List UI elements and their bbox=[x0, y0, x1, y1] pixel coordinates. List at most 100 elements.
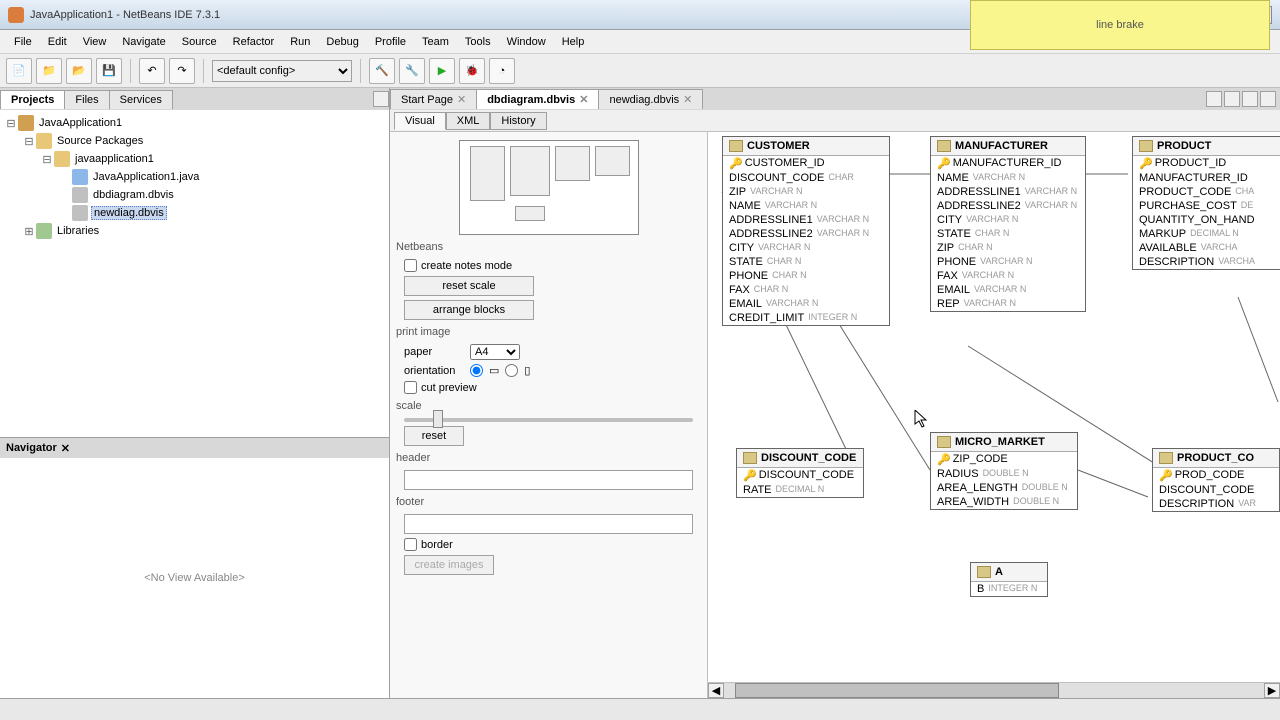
table-column[interactable]: DESCRIPTIONVAR bbox=[1153, 497, 1279, 511]
tree-file-java[interactable]: JavaApplication1.java bbox=[4, 168, 385, 186]
menu-help[interactable]: Help bbox=[554, 33, 593, 51]
tab-newdiag[interactable]: newdiag.dbvis✕ bbox=[598, 89, 703, 109]
diagram-canvas[interactable]: CUSTOMER 🔑CUSTOMER_IDDISCOUNT_CODECHARZI… bbox=[708, 132, 1280, 698]
table-column[interactable]: FAXVARCHAR N bbox=[931, 269, 1085, 283]
tree-src[interactable]: ⊟Source Packages bbox=[4, 132, 385, 150]
editor-prev-icon[interactable] bbox=[1206, 91, 1222, 107]
table-column[interactable]: DISCOUNT_CODECHAR bbox=[723, 171, 889, 185]
table-product-co[interactable]: PRODUCT_CO 🔑PROD_CODEDISCOUNT_CODEDESCRI… bbox=[1152, 448, 1280, 512]
build-icon[interactable]: 🔨 bbox=[369, 58, 395, 84]
navigator-close-icon[interactable]: ✕ bbox=[61, 442, 70, 455]
menu-tools[interactable]: Tools bbox=[457, 33, 499, 51]
save-all-icon[interactable]: 💾 bbox=[96, 58, 122, 84]
table-column[interactable]: RADIUSDOUBLE N bbox=[931, 467, 1077, 481]
menu-window[interactable]: Window bbox=[499, 33, 554, 51]
table-column[interactable]: AREA_LENGTHDOUBLE N bbox=[931, 481, 1077, 495]
h-scrollbar[interactable]: ◀ ▶ bbox=[708, 682, 1280, 698]
table-column[interactable]: NAMEVARCHAR N bbox=[931, 171, 1085, 185]
table-column[interactable]: CITYVARCHAR N bbox=[931, 213, 1085, 227]
close-icon[interactable]: ✕ bbox=[457, 93, 466, 106]
reset-scale-button[interactable]: reset scale bbox=[404, 276, 534, 296]
editor-next-icon[interactable] bbox=[1224, 91, 1240, 107]
tree-pkg[interactable]: ⊟javaapplication1 bbox=[4, 150, 385, 168]
tab-files[interactable]: Files bbox=[64, 90, 109, 109]
table-micro-market[interactable]: MICRO_MARKET 🔑ZIP_CODERADIUSDOUBLE NAREA… bbox=[930, 432, 1078, 510]
close-icon[interactable]: ✕ bbox=[683, 93, 692, 106]
table-column[interactable]: PHONEVARCHAR N bbox=[931, 255, 1085, 269]
open-project-icon[interactable]: 📂 bbox=[66, 58, 92, 84]
tree-file-dbdiagram[interactable]: dbdiagram.dbvis bbox=[4, 186, 385, 204]
table-column[interactable]: ADDRESSLINE1VARCHAR N bbox=[931, 185, 1085, 199]
header-input[interactable] bbox=[404, 470, 693, 490]
table-discount-code[interactable]: DISCOUNT_CODE 🔑DISCOUNT_CODERATEDECIMAL … bbox=[736, 448, 864, 498]
table-column[interactable]: EMAILVARCHAR N bbox=[931, 283, 1085, 297]
cut-preview-checkbox[interactable] bbox=[404, 381, 417, 394]
table-column[interactable]: DESCRIPTIONVARCHA bbox=[1133, 255, 1280, 269]
orientation-portrait[interactable] bbox=[470, 364, 483, 377]
menu-run[interactable]: Run bbox=[282, 33, 318, 51]
table-column[interactable]: QUANTITY_ON_HAND bbox=[1133, 213, 1280, 227]
table-column[interactable]: 🔑PRODUCT_ID bbox=[1133, 156, 1280, 171]
scroll-right-icon[interactable]: ▶ bbox=[1264, 683, 1280, 698]
table-manufacturer[interactable]: MANUFACTURER 🔑MANUFACTURER_IDNAMEVARCHAR… bbox=[930, 136, 1086, 312]
tree-file-newdiag[interactable]: newdiag.dbvis bbox=[4, 204, 385, 222]
table-column[interactable]: DISCOUNT_CODE bbox=[1153, 483, 1279, 497]
menu-team[interactable]: Team bbox=[414, 33, 457, 51]
create-notes-checkbox[interactable] bbox=[404, 259, 417, 272]
table-column[interactable]: CITYVARCHAR N bbox=[723, 241, 889, 255]
scroll-left-icon[interactable]: ◀ bbox=[708, 683, 724, 698]
reset-button[interactable]: reset bbox=[404, 426, 464, 446]
table-column[interactable]: NAMEVARCHAR N bbox=[723, 199, 889, 213]
table-column[interactable]: AVAILABLEVARCHA bbox=[1133, 241, 1280, 255]
orientation-landscape[interactable] bbox=[505, 364, 518, 377]
table-column[interactable]: 🔑DISCOUNT_CODE bbox=[737, 468, 863, 483]
menu-view[interactable]: View bbox=[75, 33, 115, 51]
subtab-visual[interactable]: Visual bbox=[394, 112, 446, 130]
footer-input[interactable] bbox=[404, 514, 693, 534]
clean-build-icon[interactable]: 🔧 bbox=[399, 58, 425, 84]
editor-max-icon[interactable] bbox=[1260, 91, 1276, 107]
menu-edit[interactable]: Edit bbox=[40, 33, 75, 51]
menu-navigate[interactable]: Navigate bbox=[114, 33, 173, 51]
debug-icon[interactable]: 🐞 bbox=[459, 58, 485, 84]
project-tree[interactable]: ⊟JavaApplication1 ⊟Source Packages ⊟java… bbox=[0, 110, 389, 438]
subtab-history[interactable]: History bbox=[490, 112, 546, 130]
menu-profile[interactable]: Profile bbox=[367, 33, 414, 51]
table-column[interactable]: RATEDECIMAL N bbox=[737, 483, 863, 497]
table-column[interactable]: PHONECHAR N bbox=[723, 269, 889, 283]
tab-dbdiagram[interactable]: dbdiagram.dbvis✕ bbox=[476, 89, 599, 109]
table-column[interactable]: 🔑CUSTOMER_ID bbox=[723, 156, 889, 171]
table-column[interactable]: REPVARCHAR N bbox=[931, 297, 1085, 311]
table-column[interactable]: 🔑PROD_CODE bbox=[1153, 468, 1279, 483]
arrange-blocks-button[interactable]: arrange blocks bbox=[404, 300, 534, 320]
run-icon[interactable]: ▶ bbox=[429, 58, 455, 84]
menu-refactor[interactable]: Refactor bbox=[225, 33, 283, 51]
subtab-xml[interactable]: XML bbox=[446, 112, 491, 130]
tree-libs[interactable]: ⊞Libraries bbox=[4, 222, 385, 240]
table-column[interactable]: FAXCHAR N bbox=[723, 283, 889, 297]
table-column[interactable]: ADDRESSLINE1VARCHAR N bbox=[723, 213, 889, 227]
tab-services[interactable]: Services bbox=[109, 90, 173, 109]
redo-icon[interactable]: ↷ bbox=[169, 58, 195, 84]
table-a[interactable]: A BINTEGER N bbox=[970, 562, 1048, 597]
table-column[interactable]: BINTEGER N bbox=[971, 582, 1047, 596]
new-file-icon[interactable]: 📄 bbox=[6, 58, 32, 84]
table-column[interactable]: MARKUPDECIMAL N bbox=[1133, 227, 1280, 241]
table-product[interactable]: PRODUCT 🔑PRODUCT_IDMANUFACTURER_IDPRODUC… bbox=[1132, 136, 1280, 270]
table-column[interactable]: STATECHAR N bbox=[931, 227, 1085, 241]
menu-debug[interactable]: Debug bbox=[318, 33, 366, 51]
table-column[interactable]: AREA_WIDTHDOUBLE N bbox=[931, 495, 1077, 509]
paper-select[interactable]: A4 bbox=[470, 344, 520, 360]
table-column[interactable]: ZIPCHAR N bbox=[931, 241, 1085, 255]
table-column[interactable]: ZIPVARCHAR N bbox=[723, 185, 889, 199]
editor-list-icon[interactable] bbox=[1242, 91, 1258, 107]
table-column[interactable]: 🔑ZIP_CODE bbox=[931, 452, 1077, 467]
border-checkbox[interactable] bbox=[404, 538, 417, 551]
tab-projects[interactable]: Projects bbox=[0, 90, 65, 109]
tree-root[interactable]: ⊟JavaApplication1 bbox=[4, 114, 385, 132]
table-column[interactable]: CREDIT_LIMITINTEGER N bbox=[723, 311, 889, 325]
scale-slider[interactable] bbox=[404, 418, 693, 422]
table-column[interactable]: 🔑MANUFACTURER_ID bbox=[931, 156, 1085, 171]
table-column[interactable]: PRODUCT_CODECHA bbox=[1133, 185, 1280, 199]
undo-icon[interactable]: ↶ bbox=[139, 58, 165, 84]
